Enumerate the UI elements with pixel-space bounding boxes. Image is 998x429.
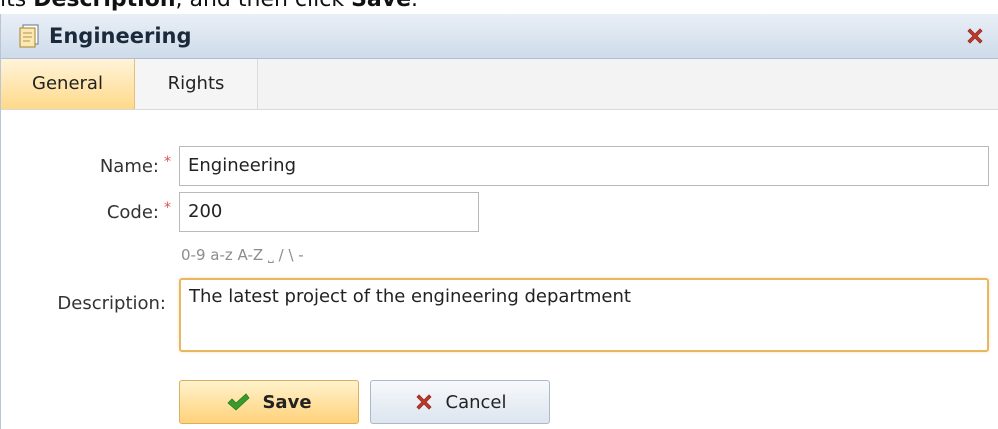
dialog-title: Engineering: [49, 24, 192, 48]
save-button-label: Save: [262, 391, 312, 413]
instruction-middle: , and then click: [176, 0, 352, 12]
tab-rights[interactable]: Rights: [135, 59, 258, 109]
code-input[interactable]: 200: [179, 192, 479, 232]
description-label: Description:: [57, 293, 166, 314]
tab-bar: General Rights: [1, 59, 998, 110]
name-required-marker: *: [164, 154, 171, 170]
instruction-text: its Description, and then click Save.: [0, 0, 418, 14]
document-icon: [19, 24, 39, 48]
code-required-marker: *: [164, 200, 171, 216]
close-icon[interactable]: [965, 26, 985, 46]
dialog-titlebar: Engineering: [1, 14, 998, 59]
instruction-bold-description: Description: [33, 0, 175, 12]
tab-general[interactable]: General: [1, 59, 135, 109]
edit-dialog: Engineering General Rights Name: * Engin…: [0, 14, 998, 429]
code-label: Code:: [106, 202, 159, 223]
x-icon: [415, 394, 432, 410]
instruction-suffix: .: [411, 0, 418, 12]
name-label: Name:: [99, 156, 159, 177]
description-textarea[interactable]: The latest project of the engineering de…: [179, 278, 989, 352]
name-input[interactable]: Engineering: [179, 146, 989, 186]
code-hint: 0-9 a-z A-Z ˽ / \ -: [181, 246, 304, 264]
checkmark-icon: [227, 393, 251, 411]
cancel-button[interactable]: Cancel: [370, 380, 550, 424]
instruction-bold-save: Save: [351, 0, 411, 12]
cancel-button-label: Cancel: [445, 391, 507, 413]
instruction-prefix: its: [0, 0, 33, 12]
save-button[interactable]: Save: [179, 380, 359, 424]
